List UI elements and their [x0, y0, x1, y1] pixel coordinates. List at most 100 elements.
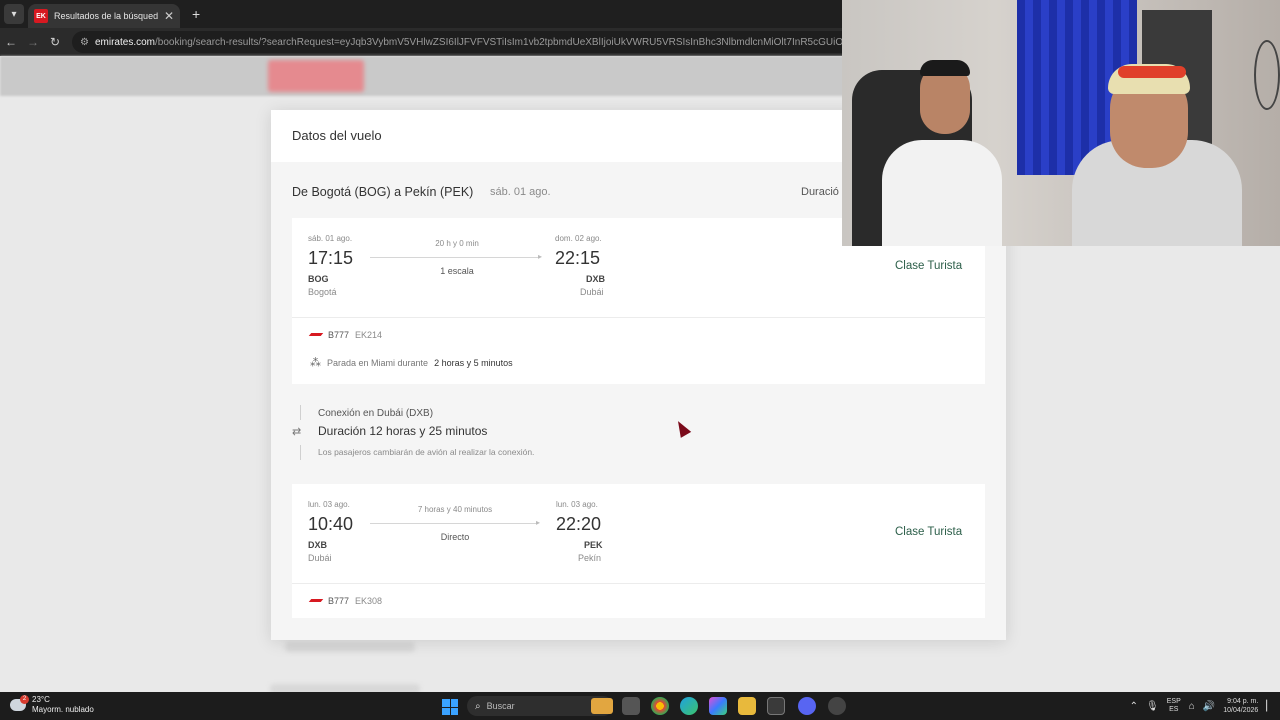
- task-view-icon[interactable]: [622, 697, 640, 715]
- new-tab-icon[interactable]: +: [192, 6, 200, 22]
- copilot-icon[interactable]: [709, 697, 727, 715]
- modal-title: Datos del vuelo: [292, 128, 382, 143]
- aircraft-info: B777 EK214: [310, 330, 382, 340]
- weather-text: 23°C Mayorm. nublado: [32, 695, 94, 715]
- chrome-icon[interactable]: [651, 697, 669, 715]
- chevron-up-icon[interactable]: ⌃: [1130, 701, 1138, 712]
- flight-number: EK308: [355, 596, 383, 606]
- arrival-time: 22:20: [556, 514, 602, 534]
- webcam-person-1: [882, 140, 1002, 246]
- weather-temp: 23°C: [32, 695, 50, 704]
- settings-app-icon[interactable]: [828, 697, 846, 715]
- system-clock[interactable]: 9:04 p. m. 10/04/2026: [1223, 697, 1258, 715]
- segment-stops: 1 escala: [440, 266, 474, 276]
- reload-icon[interactable]: ↻: [44, 35, 66, 49]
- taskbar-search[interactable]: ⌕ Buscar: [467, 696, 613, 716]
- connection-info: ⇄ Conexión en Dubái (DXB) Duración 12 ho…: [292, 405, 985, 465]
- connection-title: Conexión en Dubái (DXB): [318, 408, 434, 419]
- flight-number: EK214: [355, 330, 383, 340]
- segment-times: lun. 03 ago. 10:40 DXB Dubái 7 horas y 4…: [292, 484, 985, 584]
- flight-segment-card-2: lun. 03 ago. 10:40 DXB Dubái 7 horas y 4…: [292, 484, 985, 618]
- cabin-class: Clase Turista: [895, 260, 963, 272]
- emirates-logo-dimmed: [268, 60, 364, 92]
- arrival-time: 22:15: [555, 248, 601, 268]
- cloud-icon: 2: [10, 695, 29, 711]
- tab-search-icon[interactable]: ▾: [4, 4, 24, 24]
- departure-date: sáb. 01 ago.: [308, 234, 353, 243]
- clock-time: 9:04 p. m.: [1227, 698, 1259, 705]
- aircraft-info: B777 EK308: [310, 596, 382, 606]
- system-tray: ⌃ 🎙 ESP ES ⌂ 🔊 9:04 p. m. 10/04/2026 ▏: [1130, 692, 1280, 720]
- departure-code: BOG: [308, 274, 329, 284]
- connection-duration: Duración 12 horas y 25 minutos: [318, 424, 488, 438]
- url-path: /booking/search-results/?searchRequest=e…: [154, 36, 912, 48]
- url-domain: emirates.com: [94, 36, 155, 48]
- discord-icon[interactable]: [798, 697, 816, 715]
- emirates-logo-icon: [310, 597, 322, 605]
- aircraft-type: B777: [328, 596, 350, 606]
- departure-city: Dubái: [308, 553, 332, 563]
- weather-badge: 2: [20, 695, 29, 704]
- departure-code: DXB: [308, 540, 328, 550]
- windows-taskbar: 2 23°C Mayorm. nublado ⌕ Buscar ⌃ 🎙 ESP …: [0, 692, 1280, 720]
- volume-icon[interactable]: 🔊: [1203, 701, 1215, 712]
- connection-note: Los pasajeros cambiarán de avión al real…: [318, 447, 535, 457]
- webcam-wall-decoration: [1254, 40, 1280, 110]
- route-line: [370, 257, 540, 258]
- arrow-right-icon: ▸: [538, 252, 543, 261]
- keyboard-layout: ES: [1169, 706, 1179, 713]
- connection-line: [300, 445, 301, 460]
- layover-icon: ⁂: [310, 357, 321, 369]
- edge-icon[interactable]: [680, 697, 698, 715]
- segment-stops: Directo: [440, 532, 470, 542]
- back-icon[interactable]: ←: [0, 35, 22, 49]
- emirates-logo-icon: [310, 331, 322, 339]
- arrival-date: lun. 03 ago.: [556, 500, 598, 509]
- microphone-icon[interactable]: 🎙: [1146, 701, 1159, 712]
- duration-label: Duració: [801, 186, 839, 198]
- language-indicator[interactable]: ESP ES: [1167, 698, 1181, 714]
- search-highlight-icon: [591, 698, 613, 714]
- windows-start-icon[interactable]: [442, 699, 458, 715]
- tab-title: Resultados de la búsqueda | Em: [54, 11, 158, 21]
- language-code: ESP: [1166, 698, 1181, 705]
- arrival-code: PEK: [584, 540, 603, 550]
- close-icon[interactable]: ✕: [164, 9, 174, 23]
- arrow-right-icon: ▸: [536, 518, 541, 527]
- arrival-code: DXB: [586, 274, 606, 284]
- forward-icon[interactable]: →: [22, 35, 44, 49]
- page-blur-text: [285, 642, 415, 652]
- site-info-icon[interactable]: ⚙: [80, 37, 89, 48]
- arrival-date: dom. 02 ago.: [555, 234, 602, 243]
- route-line: [370, 523, 538, 524]
- departure-city: Bogotá: [308, 287, 337, 297]
- store-icon[interactable]: [767, 697, 785, 715]
- weather-desc: Mayorm. nublado: [32, 705, 94, 714]
- segment-duration: 20 h y 0 min: [435, 239, 479, 248]
- aircraft-type: B777: [328, 330, 350, 340]
- layover-info: ⁂ Parada en Miami durante 2 horas y 5 mi…: [310, 356, 513, 369]
- departure-time: 10:40: [308, 514, 354, 534]
- search-icon: ⌕: [475, 700, 481, 712]
- arrival-city: Pekín: [578, 553, 602, 563]
- webcam-sunglasses: [1118, 66, 1186, 78]
- notification-icon[interactable]: ▏: [1266, 701, 1274, 712]
- layover-duration: 2 horas y 5 minutos: [434, 357, 513, 368]
- segment-duration: 7 horas y 40 minutos: [417, 505, 493, 514]
- route-date: sáb. 01 ago.: [490, 186, 551, 198]
- url-text: emirates.com/booking/search-results/?sea…: [95, 37, 912, 48]
- connection-line: [300, 405, 301, 420]
- arrival-city: Dubái: [580, 287, 604, 297]
- network-icon[interactable]: ⌂: [1189, 701, 1195, 712]
- departure-date: lun. 03 ago.: [308, 500, 350, 509]
- emirates-favicon-icon: EK: [34, 9, 48, 23]
- webcam-overlay: [842, 0, 1280, 246]
- cabin-class: Clase Turista: [895, 526, 963, 538]
- weather-widget[interactable]: 2 23°C Mayorm. nublado: [10, 695, 94, 715]
- browser-tab[interactable]: EK Resultados de la búsqueda | Em ✕: [28, 4, 180, 28]
- file-explorer-icon[interactable]: [738, 697, 756, 715]
- departure-time: 17:15: [308, 248, 354, 268]
- connection-icon: ⇄: [292, 426, 302, 438]
- clock-date: 10/04/2026: [1223, 707, 1259, 714]
- route-title: De Bogotá (BOG) a Pekín (PEK): [292, 185, 474, 199]
